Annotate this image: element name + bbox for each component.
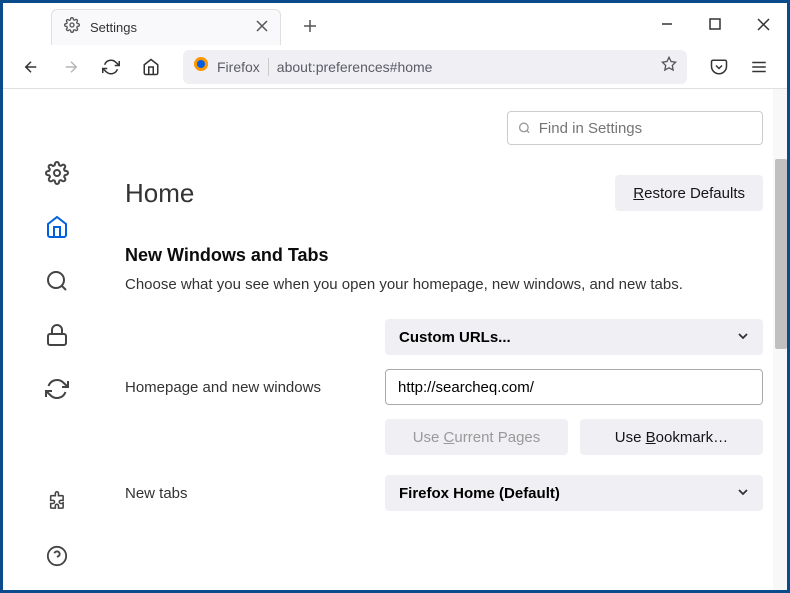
- sidebar-item-extensions[interactable]: [35, 480, 79, 524]
- address-label: Firefox: [217, 59, 260, 75]
- sidebar-item-privacy[interactable]: [35, 313, 79, 357]
- address-separator: [268, 58, 269, 76]
- scrollbar-thumb[interactable]: [775, 159, 787, 349]
- bookmark-star-icon[interactable]: [661, 56, 677, 77]
- newtabs-dropdown[interactable]: Firefox Home (Default): [385, 475, 763, 511]
- minimize-button[interactable]: [643, 3, 691, 45]
- navigation-toolbar: Firefox about:preferences#home: [3, 45, 787, 89]
- address-bar[interactable]: Firefox about:preferences#home: [183, 50, 687, 84]
- sidebar-item-sync[interactable]: [35, 367, 79, 411]
- home-button[interactable]: [135, 51, 167, 83]
- close-window-button[interactable]: [739, 3, 787, 45]
- scrollbar-track[interactable]: [773, 89, 787, 590]
- page-title: Home: [125, 178, 194, 209]
- dropdown-value: Firefox Home (Default): [399, 485, 560, 502]
- section-description: Choose what you see when you open your h…: [125, 276, 763, 293]
- maximize-button[interactable]: [691, 3, 739, 45]
- close-icon[interactable]: [256, 19, 268, 37]
- back-button[interactable]: [15, 51, 47, 83]
- settings-sidebar: [3, 89, 111, 590]
- gear-icon: [64, 17, 80, 38]
- homepage-mode-dropdown[interactable]: Custom URLs...: [385, 319, 763, 355]
- sidebar-item-search[interactable]: [35, 259, 79, 303]
- firefox-icon: [193, 56, 209, 77]
- find-in-settings[interactable]: [507, 111, 763, 145]
- reload-button[interactable]: [95, 51, 127, 83]
- search-icon: [518, 121, 531, 135]
- content-area: Home Restore Defaults New Windows and Ta…: [3, 89, 787, 590]
- browser-tab[interactable]: Settings: [51, 9, 281, 45]
- sidebar-item-help[interactable]: [35, 534, 79, 578]
- dropdown-value: Custom URLs...: [399, 329, 511, 346]
- use-bookmark-button[interactable]: Use Bookmark…: [580, 419, 763, 455]
- homepage-url-input[interactable]: [385, 369, 763, 405]
- restore-defaults-button[interactable]: Restore Defaults: [615, 175, 763, 211]
- search-input[interactable]: [539, 120, 752, 137]
- use-current-pages-button[interactable]: Use Current Pages: [385, 419, 568, 455]
- sidebar-item-home[interactable]: [35, 205, 79, 249]
- sidebar-item-general[interactable]: [35, 151, 79, 195]
- section-title: New Windows and Tabs: [125, 245, 763, 266]
- menu-button[interactable]: [743, 51, 775, 83]
- chevron-down-icon: [737, 485, 749, 502]
- homepage-label: Homepage and new windows: [125, 379, 385, 396]
- new-tab-button[interactable]: [295, 12, 325, 43]
- pocket-button[interactable]: [703, 51, 735, 83]
- newtabs-label: New tabs: [125, 485, 385, 502]
- window-controls: [643, 3, 787, 45]
- forward-button: [55, 51, 87, 83]
- address-url: about:preferences#home: [277, 59, 433, 75]
- titlebar: Settings: [3, 3, 787, 45]
- settings-main: Home Restore Defaults New Windows and Ta…: [111, 89, 787, 590]
- chevron-down-icon: [737, 329, 749, 346]
- tab-title: Settings: [90, 20, 137, 35]
